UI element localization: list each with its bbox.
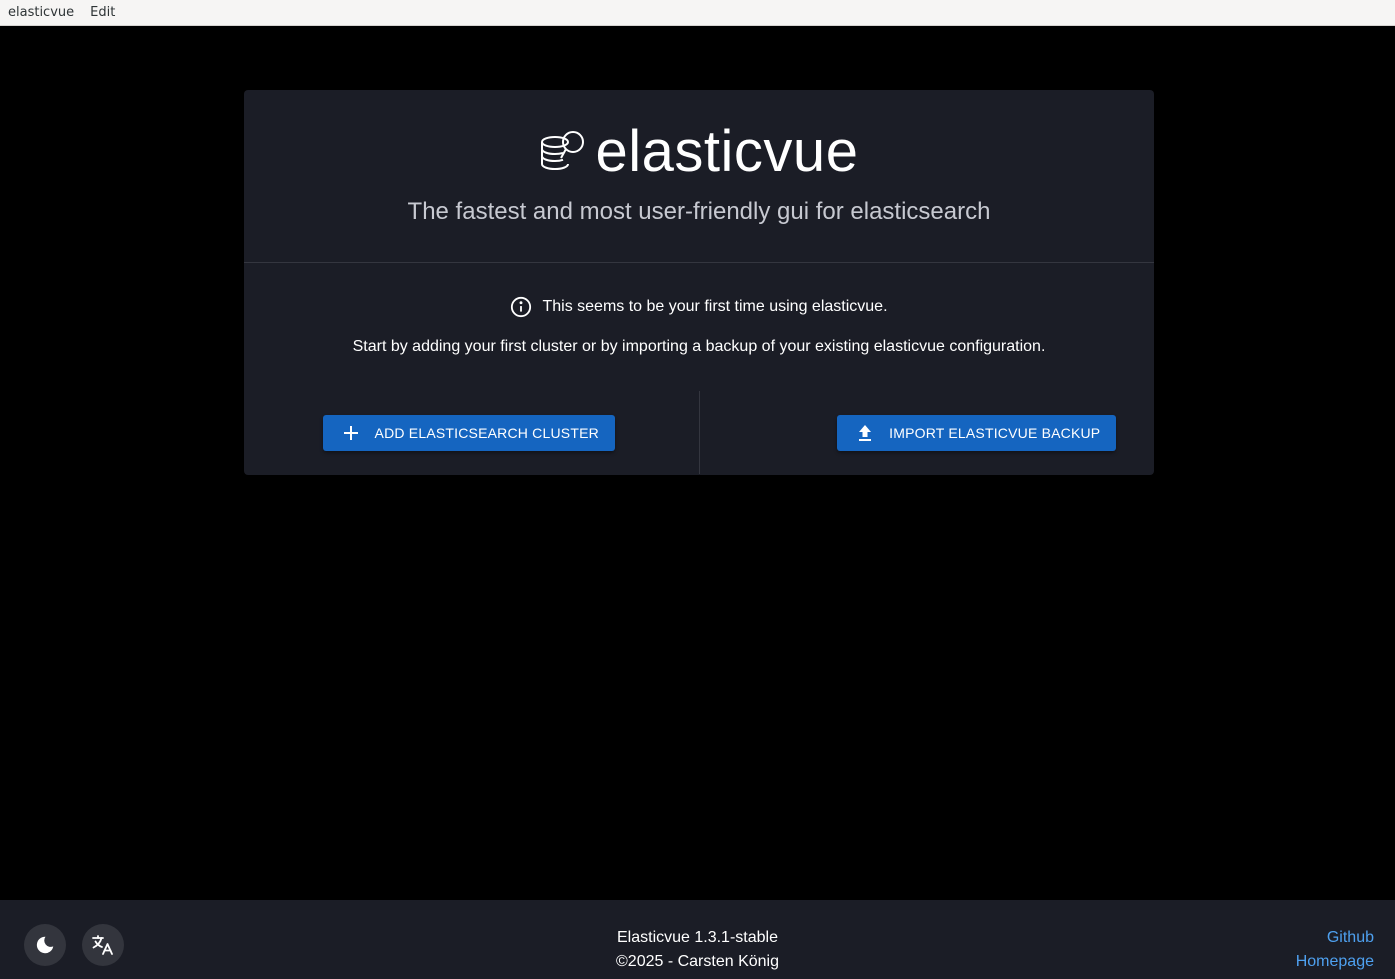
import-backup-column: IMPORT ELASTICVUE BACKUP [700,391,1155,474]
first-time-text: This seems to be your first time using e… [542,298,888,315]
info-icon [511,296,532,318]
logo: elasticvue [244,120,1154,184]
main-area: elasticvue The fastest and most user-fri… [0,26,1395,900]
brand-name: elasticvue [595,119,859,184]
homepage-link[interactable]: Homepage [1296,950,1374,974]
card-body: This seems to be your first time using e… [244,263,1154,474]
footer: Elasticvue 1.3.1-stable ©2025 - Carsten … [0,900,1395,979]
action-row: ADD ELASTICSEARCH CLUSTER IMPORT ELASTIC… [244,391,1154,474]
add-cluster-column: ADD ELASTICSEARCH CLUSTER [244,391,699,474]
first-time-notice: This seems to be your first time using e… [244,296,1154,318]
version-text: Elasticvue 1.3.1-stable [617,929,778,946]
footer-info: Elasticvue 1.3.1-stable ©2025 - Carsten … [0,926,1395,974]
tagline: The fastest and most user-friendly gui f… [407,198,991,225]
add-cluster-button[interactable]: ADD ELASTICSEARCH CLUSTER [322,415,615,451]
elasticvue-logo-icon [540,131,584,171]
welcome-card: elasticvue The fastest and most user-fri… [244,90,1154,475]
import-backup-button[interactable]: IMPORT ELASTICVUE BACKUP [837,415,1117,451]
import-backup-button-label: IMPORT ELASTICVUE BACKUP [889,425,1101,441]
github-link[interactable]: Github [1296,926,1374,950]
menu-edit[interactable]: Edit [84,0,121,26]
instructions-text: Start by adding your first cluster or by… [352,338,1046,355]
add-cluster-button-label: ADD ELASTICSEARCH CLUSTER [374,425,599,441]
card-header: elasticvue The fastest and most user-fri… [244,90,1154,263]
menubar: elasticvue Edit [0,0,1395,26]
plus-icon [343,426,358,440]
footer-links: Github Homepage [1296,926,1374,974]
upload-icon [859,425,872,441]
menu-elasticvue[interactable]: elasticvue [2,0,80,26]
copyright-text: ©2025 - Carsten König [616,953,779,970]
